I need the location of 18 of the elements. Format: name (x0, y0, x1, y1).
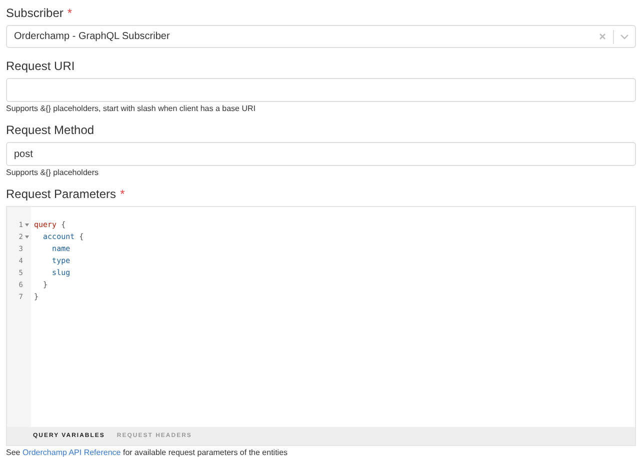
chevron-down-icon[interactable] (620, 34, 629, 40)
fold-arrow-icon[interactable] (25, 223, 29, 227)
hint-text: Supports &{} placeholders, start with slash when client has a base URI (6, 103, 256, 115)
api-reference-link[interactable]: Orderchamp API Reference (22, 448, 121, 457)
field-label: Request URI (6, 58, 75, 75)
hint-text: Supports &{} placeholders (6, 167, 100, 179)
field-label: Request Method (6, 122, 94, 139)
required-asterisk: * (67, 5, 72, 22)
request-uri-field[interactable] (6, 78, 636, 102)
request-method-field[interactable]: post (6, 142, 636, 166)
clear-icon[interactable] (599, 33, 606, 40)
subscriber-select[interactable]: Orderchamp - GraphQL Subscriber (6, 25, 636, 48)
field-label: Subscriber (6, 5, 64, 22)
footer-text: See Orderchamp API Reference for available request parameters of the entities (6, 448, 289, 457)
field-label: Request Parameters (6, 186, 116, 203)
select-value: Orderchamp - GraphQL Subscriber (14, 30, 171, 44)
required-asterisk: * (120, 186, 125, 203)
fold-arrow-icon[interactable] (25, 235, 29, 239)
